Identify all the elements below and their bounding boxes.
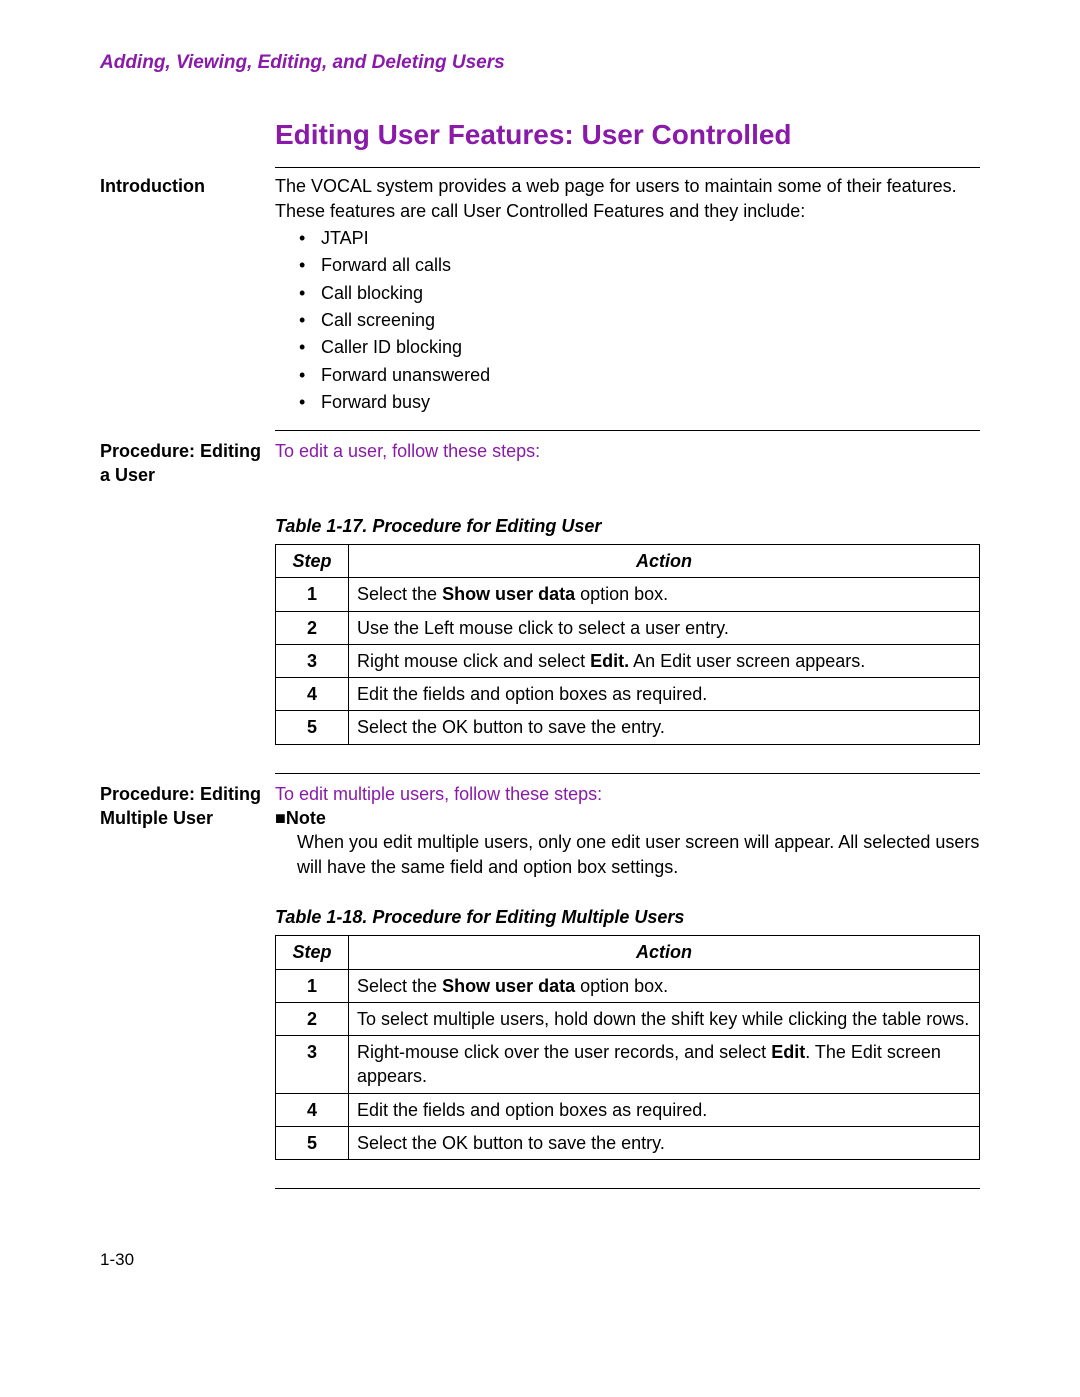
table-row: 5Select the OK button to save the entry. xyxy=(276,711,980,744)
table-row: 2Use the Left mouse click to select a us… xyxy=(276,611,980,644)
edit-multi-label: Procedure: Editing Multiple User xyxy=(100,782,275,831)
feature-item: Forward all calls xyxy=(299,253,980,277)
edit-user-label: Procedure: Editing a User xyxy=(100,439,275,488)
col-step: Step xyxy=(276,545,349,578)
table1-caption: Table 1-17. Procedure for Editing User xyxy=(275,514,980,538)
table-row: 3Right-mouse click over the user records… xyxy=(276,1036,980,1094)
separator xyxy=(275,430,980,431)
edit-user-block: Procedure: Editing a User To edit a user… xyxy=(100,439,980,488)
feature-list: JTAPI Forward all calls Call blocking Ca… xyxy=(275,226,980,414)
table-row: 4Edit the fields and option boxes as req… xyxy=(276,678,980,711)
title-rule xyxy=(275,167,980,168)
feature-item: Caller ID blocking xyxy=(299,335,980,359)
feature-item: Call blocking xyxy=(299,281,980,305)
edit-user-steps-line: To edit a user, follow these steps: xyxy=(275,441,540,461)
note-text: When you edit multiple users, only one e… xyxy=(275,830,980,879)
intro-text: The VOCAL system provides a web page for… xyxy=(275,176,957,220)
col-action: Action xyxy=(349,545,980,578)
table-edit-multi: Step Action 1Select the Show user data o… xyxy=(275,935,980,1160)
intro-label: Introduction xyxy=(100,174,275,198)
table-row: 4Edit the fields and option boxes as req… xyxy=(276,1093,980,1126)
feature-item: Call screening xyxy=(299,308,980,332)
page-title: Editing User Features: User Controlled xyxy=(275,116,980,154)
table-row: 5Select the OK button to save the entry. xyxy=(276,1127,980,1160)
feature-item: Forward busy xyxy=(299,390,980,414)
table-row: 1Select the Show user data option box. xyxy=(276,969,980,1002)
separator xyxy=(275,773,980,774)
intro-block: Introduction The VOCAL system provides a… xyxy=(100,174,980,420)
table-row: 2To select multiple users, hold down the… xyxy=(276,1002,980,1035)
table-row: 3Right mouse click and select Edit. An E… xyxy=(276,644,980,677)
note-label: ■Note xyxy=(275,806,980,830)
table-row: 1Select the Show user data option box. xyxy=(276,578,980,611)
col-step: Step xyxy=(276,936,349,969)
section-header: Adding, Viewing, Editing, and Deleting U… xyxy=(100,50,980,76)
feature-item: JTAPI xyxy=(299,226,980,250)
page-number: 1-30 xyxy=(100,1249,980,1272)
col-action: Action xyxy=(349,936,980,969)
intro-content: The VOCAL system provides a web page for… xyxy=(275,174,980,420)
table-edit-user: Step Action 1Select the Show user data o… xyxy=(275,544,980,745)
table2-caption: Table 1-18. Procedure for Editing Multip… xyxy=(275,905,980,929)
edit-multi-block: Procedure: Editing Multiple User To edit… xyxy=(100,782,980,879)
feature-item: Forward unanswered xyxy=(299,363,980,387)
separator xyxy=(275,1188,980,1189)
edit-multi-steps-line: To edit multiple users, follow these ste… xyxy=(275,782,980,806)
